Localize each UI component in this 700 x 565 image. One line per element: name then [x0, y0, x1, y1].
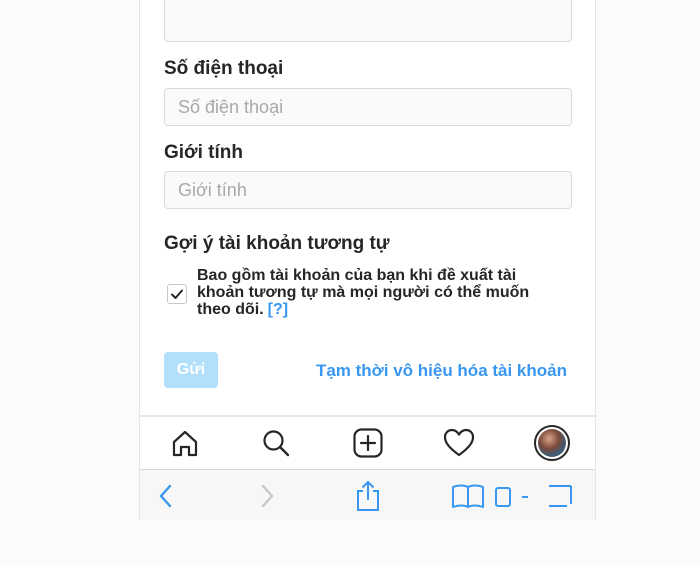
similar-accounts-title: Gợi ý tài khoản tương tự	[164, 233, 390, 254]
previous-field-input[interactable]	[164, 0, 572, 42]
search-icon[interactable]	[260, 427, 292, 459]
heart-icon[interactable]	[443, 427, 475, 459]
similar-accounts-text: Bao gồm tài khoản của bạn khi đề xuất tà…	[197, 267, 530, 318]
phone-screen: Số điện thoại Giới tính Gợi ý tài khoản …	[139, 0, 596, 520]
similar-accounts-description: Bao gồm tài khoản của bạn khi đề xuất tà…	[197, 267, 542, 318]
profile-avatar[interactable]	[534, 425, 570, 461]
share-icon[interactable]	[353, 480, 383, 512]
tabs-icon[interactable]	[545, 480, 575, 512]
tab-bar	[140, 417, 595, 469]
phone-input[interactable]	[164, 88, 572, 126]
submit-button[interactable]: Gửi	[164, 352, 218, 388]
add-post-icon[interactable]	[352, 427, 384, 459]
help-link[interactable]: [?]	[268, 301, 288, 318]
disable-account-link[interactable]: Tạm thời vô hiệu hóa tài khoản	[316, 361, 567, 381]
similar-accounts-checkbox[interactable]	[167, 284, 187, 304]
forward-icon[interactable]	[252, 480, 282, 512]
back-icon[interactable]	[151, 480, 181, 512]
bookmarks-icon[interactable]	[448, 480, 488, 512]
gender-input[interactable]	[164, 171, 572, 209]
phone-label: Số điện thoại	[164, 58, 284, 79]
browser-toolbar	[140, 469, 595, 520]
gender-label: Giới tính	[164, 142, 243, 163]
checkmark-icon	[171, 289, 183, 299]
avatar-image	[538, 429, 566, 457]
reading-list-icon[interactable]	[490, 480, 538, 512]
home-icon[interactable]	[169, 427, 201, 459]
